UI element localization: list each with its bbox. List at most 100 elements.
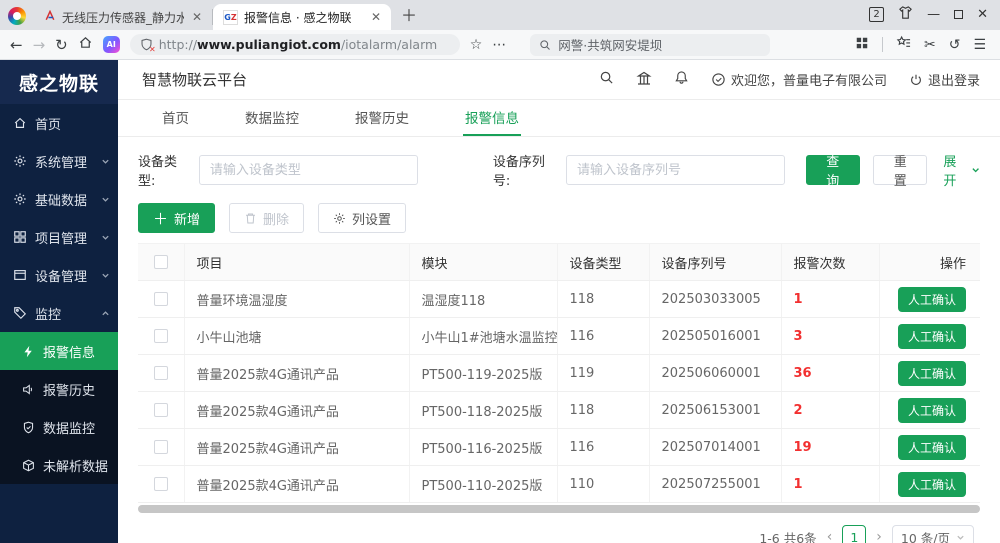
device-type-input[interactable] — [199, 155, 418, 185]
tag-icon — [13, 306, 27, 320]
logout-button[interactable]: 退出登录 — [909, 70, 980, 89]
sidebar-item-basedata[interactable]: 基础数据 — [0, 180, 118, 218]
sidebar-item-alarm-info[interactable]: 报警信息 — [0, 332, 118, 370]
url-scheme: http:// — [159, 37, 197, 52]
minimize-button[interactable]: — — [927, 7, 940, 22]
cell-alarm-count: 2 — [781, 392, 879, 429]
row-checkbox[interactable] — [154, 329, 168, 343]
screenshot-scissors-icon[interactable]: ✂ — [924, 37, 936, 53]
manual-confirm-button[interactable]: 人工确认 — [898, 324, 966, 349]
home-icon[interactable] — [78, 35, 93, 54]
table-row: 普量2025款4G通讯产品 PT500-118-2025版 118 202506… — [138, 392, 980, 429]
theme-shirt-icon[interactable] — [898, 5, 913, 24]
manual-confirm-button[interactable]: 人工确认 — [898, 361, 966, 386]
chevron-down-icon — [971, 165, 980, 175]
sidebar-item-home[interactable]: 首页 — [0, 104, 118, 142]
cell-module: PT500-118-2025版 — [409, 392, 557, 429]
browser-tab-2-active[interactable]: GZ 报警信息 · 感之物联 ✕ — [213, 4, 391, 30]
welcome-user[interactable]: 欢迎您，普量电子有限公司 — [711, 70, 887, 89]
favorites-manager-icon[interactable] — [896, 35, 911, 54]
sidebar-item-system[interactable]: 系统管理 — [0, 142, 118, 180]
tab-alarm-info[interactable]: 报警信息 — [463, 100, 521, 136]
toolbar-search-box[interactable]: 网警·共筑网安堤坝 — [530, 34, 770, 56]
organization-building-icon[interactable] — [636, 70, 652, 90]
prev-page-icon[interactable]: ‹ — [827, 529, 833, 543]
back-icon[interactable]: ← — [10, 36, 23, 54]
reload-icon[interactable]: ↻ — [55, 36, 68, 54]
tab-data-monitor[interactable]: 数据监控 — [243, 100, 301, 136]
header-actions: 欢迎您，普量电子有限公司 退出登录 — [599, 70, 980, 90]
cell-module: 小牛山1#池塘水温监控 — [409, 318, 557, 355]
sidebar-item-alarm-history[interactable]: 报警历史 — [0, 370, 118, 408]
url-path: /iotalarm/alarm — [341, 37, 437, 52]
browser-logo-icon[interactable] — [8, 7, 26, 25]
cell-alarm-count: 36 — [781, 355, 879, 392]
manual-confirm-button[interactable]: 人工确认 — [898, 287, 966, 312]
serial-input[interactable] — [566, 155, 785, 185]
site-security-shield-icon[interactable]: ✕ — [140, 38, 153, 51]
next-page-icon[interactable]: › — [876, 529, 882, 543]
favicon-g: G — [224, 13, 231, 22]
page-size-select[interactable]: 10 条/页 — [892, 525, 974, 543]
table-row: 普量环境温湿度 温湿度118 118 202503033005 1 人工确认 — [138, 281, 980, 318]
search-button[interactable]: 查询 — [806, 155, 860, 185]
row-checkbox[interactable] — [154, 440, 168, 454]
more-options-icon[interactable]: ⋯ — [492, 37, 506, 53]
close-window-button[interactable]: ✕ — [977, 7, 988, 22]
filter-row: 设备类型: 设备序列号: 查询 重置 展开 — [138, 151, 980, 189]
manual-confirm-button[interactable]: 人工确认 — [898, 472, 966, 497]
cell-device-type: 116 — [557, 318, 649, 355]
sidebar-item-label: 系统管理 — [35, 152, 93, 171]
apps-grid-icon[interactable] — [855, 36, 869, 54]
col-module: 模块 — [409, 244, 557, 281]
tab-count-badge[interactable]: 2 — [869, 7, 884, 22]
chevron-down-icon — [101, 157, 110, 166]
add-button[interactable]: ＋新增 — [138, 203, 215, 233]
menu-hamburger-icon[interactable]: ☰ — [973, 37, 986, 53]
expand-link[interactable]: 展开 — [943, 151, 980, 189]
column-settings-button[interactable]: 列设置 — [318, 203, 406, 233]
current-page-button[interactable]: 1 — [842, 525, 866, 543]
bookmark-star-icon[interactable]: ☆ — [470, 37, 483, 53]
tab2-close-icon[interactable]: ✕ — [369, 10, 383, 24]
new-tab-button[interactable]: ＋ — [391, 2, 427, 30]
cell-project: 普量2025款4G通讯产品 — [184, 392, 409, 429]
sidebar-item-unparsed-data[interactable]: 未解析数据 — [0, 446, 118, 484]
manual-confirm-button[interactable]: 人工确认 — [898, 398, 966, 423]
manual-confirm-button[interactable]: 人工确认 — [898, 435, 966, 460]
browser-tab-1[interactable]: 无线压力传感器_静力水准仪_ ✕ — [34, 4, 212, 30]
header-search-icon[interactable] — [599, 70, 614, 89]
cell-serial: 202506060001 — [649, 355, 781, 392]
page-tabs: 首页 数据监控 报警历史 报警信息 — [118, 100, 1000, 137]
row-checkbox[interactable] — [154, 366, 168, 380]
tab1-close-icon[interactable]: ✕ — [190, 10, 204, 24]
reset-button[interactable]: 重置 — [873, 155, 927, 185]
search-icon — [539, 39, 551, 51]
row-checkbox[interactable] — [154, 403, 168, 417]
ai-assistant-icon[interactable]: AI — [103, 36, 120, 53]
select-all-checkbox[interactable] — [154, 255, 168, 269]
sidebar-item-device[interactable]: 设备管理 — [0, 256, 118, 294]
cell-device-type: 118 — [557, 392, 649, 429]
cell-project: 普量2025款4G通讯产品 — [184, 355, 409, 392]
search-suggestion-text: 网警·共筑网安堤坝 — [558, 35, 662, 54]
sidebar-item-project[interactable]: 项目管理 — [0, 218, 118, 256]
notifications-bell-icon[interactable] — [674, 70, 689, 89]
sidebar-item-data-monitor[interactable]: 数据监控 — [0, 408, 118, 446]
delete-button[interactable]: 删除 — [229, 203, 304, 233]
sidebar-item-monitor[interactable]: 监控 — [0, 294, 118, 332]
row-checkbox[interactable] — [154, 292, 168, 306]
box-icon — [22, 459, 35, 472]
maximize-button[interactable] — [954, 10, 963, 19]
tab-home[interactable]: 首页 — [160, 100, 191, 136]
window-controls: 2 — ✕ — [869, 5, 1000, 30]
sidebar-item-label: 设备管理 — [35, 266, 93, 285]
forward-icon[interactable]: → — [33, 36, 46, 54]
horizontal-scrollbar[interactable] — [138, 505, 980, 513]
tab-alarm-history[interactable]: 报警历史 — [353, 100, 411, 136]
row-checkbox[interactable] — [154, 477, 168, 491]
undo-history-icon[interactable]: ↺ — [949, 37, 961, 53]
address-bar[interactable]: ✕ http://www.puliangiot.com/iotalarm/ala… — [130, 34, 460, 55]
cell-serial: 202507255001 — [649, 466, 781, 503]
cell-project: 普量环境温湿度 — [184, 281, 409, 318]
